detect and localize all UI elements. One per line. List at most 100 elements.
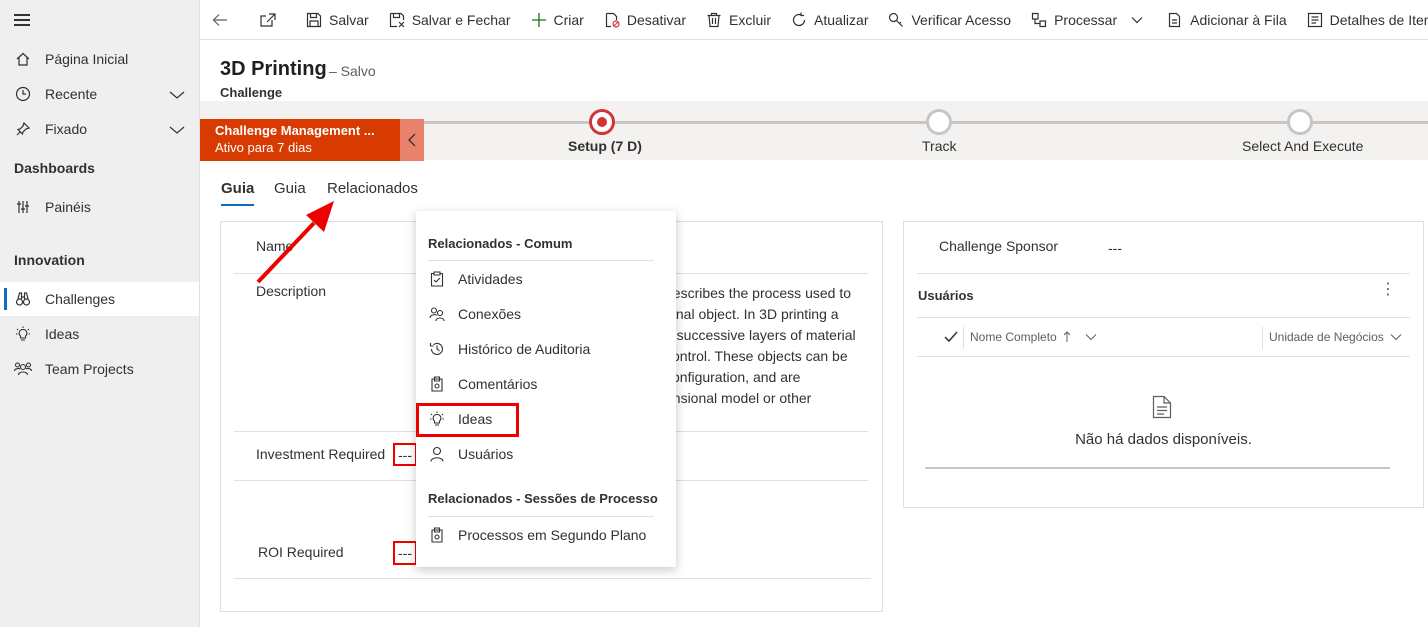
sort-ascending-icon (1063, 331, 1071, 342)
select-all-checkmark-icon[interactable] (944, 330, 958, 346)
back-button[interactable] (200, 0, 247, 39)
queue-icon (1169, 12, 1181, 27)
open-new-window-button[interactable] (247, 0, 296, 39)
chevron-down-icon[interactable] (169, 122, 185, 138)
sidebar-item-paineis[interactable]: Painéis (0, 190, 199, 224)
details-icon (1307, 12, 1322, 27)
menu-item-label: Conexões (458, 306, 522, 322)
menu-heading-common: Relacionados - Comum (428, 236, 573, 251)
command-bar: Salvar Salvar e Fechar Criar Desativar E… (200, 0, 1428, 40)
empty-state-text: Não há dados disponíveis. (1075, 431, 1252, 448)
menu-item-historico-auditoria[interactable]: Histórico de Auditoria (428, 333, 664, 365)
process-name: Challenge Management ... (215, 123, 375, 138)
background-process-icon (428, 526, 446, 544)
column-header-nome-completo[interactable]: Nome Completo (970, 330, 1097, 344)
deactivate-button[interactable]: Desativar (594, 0, 696, 39)
save-close-icon (389, 12, 405, 27)
save-label: Salvar (329, 11, 369, 28)
check-access-button[interactable]: Verificar Acesso (878, 0, 1021, 39)
sidebar-item-label: Página Inicial (45, 51, 129, 67)
column-header-label: Nome Completo (970, 330, 1057, 344)
save-button[interactable]: Salvar (296, 0, 379, 39)
collapse-process-button[interactable] (400, 119, 424, 161)
menu-item-conexoes[interactable]: Conexões (428, 298, 664, 330)
sidebar-item-label: Fixado (45, 121, 88, 137)
stage-setup-indicator[interactable] (589, 109, 615, 135)
field-divider (234, 578, 871, 579)
stage-select-execute-label[interactable]: Select And Execute (1242, 138, 1363, 154)
related-dropdown-menu: Relacionados - Comum Atividades Conexões… (416, 211, 676, 567)
description-line: control. These objects can be (665, 348, 848, 364)
menu-heading-sessions: Relacionados - Sessões de Processo (428, 491, 658, 506)
pin-icon (14, 120, 32, 138)
clipboard-icon (428, 270, 446, 288)
description-line: ensional model or other (665, 390, 812, 406)
menu-item-atividades[interactable]: Atividades (428, 263, 664, 295)
add-queue-label: Adicionar à Fila (1190, 11, 1287, 28)
process-duration: Ativo para 7 dias (215, 140, 312, 155)
menu-item-label: Processos em Segundo Plano (458, 527, 647, 543)
sidebar-item-pinned[interactable]: Fixado (0, 112, 199, 146)
sidebar-item-recent[interactable]: Recente (0, 77, 199, 111)
history-icon (428, 340, 446, 358)
menu-item-usuarios[interactable]: Usuários (428, 438, 664, 470)
save-status: – Salvo (329, 63, 376, 79)
binoculars-icon (14, 290, 32, 308)
description-value[interactable]: describes the process used to ional obje… (665, 283, 875, 409)
sidebar-item-ideas[interactable]: Ideas (0, 317, 199, 351)
trash-icon (707, 12, 721, 27)
save-icon (306, 12, 322, 27)
sidebar-item-home[interactable]: Página Inicial (0, 42, 199, 76)
menu-item-label: Comentários (458, 376, 538, 392)
chevron-down-icon (1390, 334, 1402, 341)
connections-icon (428, 305, 446, 323)
sidebar-item-team-projects[interactable]: Team Projects (0, 352, 199, 386)
deactivate-label: Desativar (626, 11, 686, 28)
highlight-box (393, 541, 417, 565)
process-flyout-button[interactable]: Challenge Management ... Ativo para 7 di… (200, 119, 400, 161)
innovation-heading: Innovation (14, 252, 85, 268)
menu-item-comentarios[interactable]: Comentários (428, 368, 664, 400)
stage-track-label[interactable]: Track (922, 138, 956, 154)
grid-scrollbar[interactable] (925, 467, 1390, 469)
chevron-down-icon (1131, 16, 1143, 23)
challenge-sponsor-value[interactable]: --- (1108, 240, 1122, 256)
investment-required-label: Investment Required (256, 446, 386, 462)
clock-icon (14, 85, 32, 103)
comments-icon (428, 375, 446, 393)
open-window-icon (260, 12, 276, 27)
create-button[interactable]: Criar (521, 0, 594, 39)
menu-item-processos-segundo-plano[interactable]: Processos em Segundo Plano (428, 519, 664, 551)
menu-divider (428, 516, 654, 517)
save-close-button[interactable]: Salvar e Fechar (379, 0, 521, 39)
tab-relacionados[interactable]: Relacionados (327, 180, 418, 197)
sidebar: Página Inicial Recente Fixado Dashboards… (0, 0, 200, 627)
chevron-left-icon (408, 133, 416, 147)
description-line: describes the process used to (665, 285, 851, 301)
menu-item-label: Atividades (458, 271, 523, 287)
sidebar-item-label: Team Projects (45, 361, 134, 377)
column-separator (963, 327, 964, 349)
chevron-down-icon[interactable] (169, 87, 185, 103)
highlight-box (393, 443, 417, 466)
stage-setup-label[interactable]: Setup (7 D) (568, 138, 642, 154)
stage-track-indicator[interactable] (926, 109, 952, 135)
item-details-button[interactable]: Detalhes de Item (1297, 0, 1428, 39)
deactivate-icon (605, 12, 620, 28)
column-header-label: Unidade de Negócios (1269, 330, 1384, 344)
sidebar-item-label: Recente (45, 86, 98, 102)
delete-button[interactable]: Excluir (696, 0, 781, 39)
column-separator (1262, 327, 1263, 349)
more-options-icon[interactable]: ⋮ (1380, 282, 1396, 298)
process-button[interactable]: Processar (1021, 0, 1157, 39)
stage-select-execute-indicator[interactable] (1287, 109, 1313, 135)
column-header-unidade-negocios[interactable]: Unidade de Negócios (1269, 330, 1402, 344)
description-line: d successive layers of material (665, 327, 856, 343)
menu-item-label: Usuários (458, 446, 514, 462)
refresh-button[interactable]: Atualizar (781, 0, 878, 39)
sidebar-item-challenges[interactable]: Challenges (0, 282, 199, 316)
challenge-sponsor-label: Challenge Sponsor (939, 238, 1059, 254)
add-queue-button[interactable]: Adicionar à Fila (1157, 0, 1297, 39)
item-details-label: Detalhes de Item (1329, 11, 1428, 28)
hamburger-menu-icon[interactable] (14, 14, 30, 26)
